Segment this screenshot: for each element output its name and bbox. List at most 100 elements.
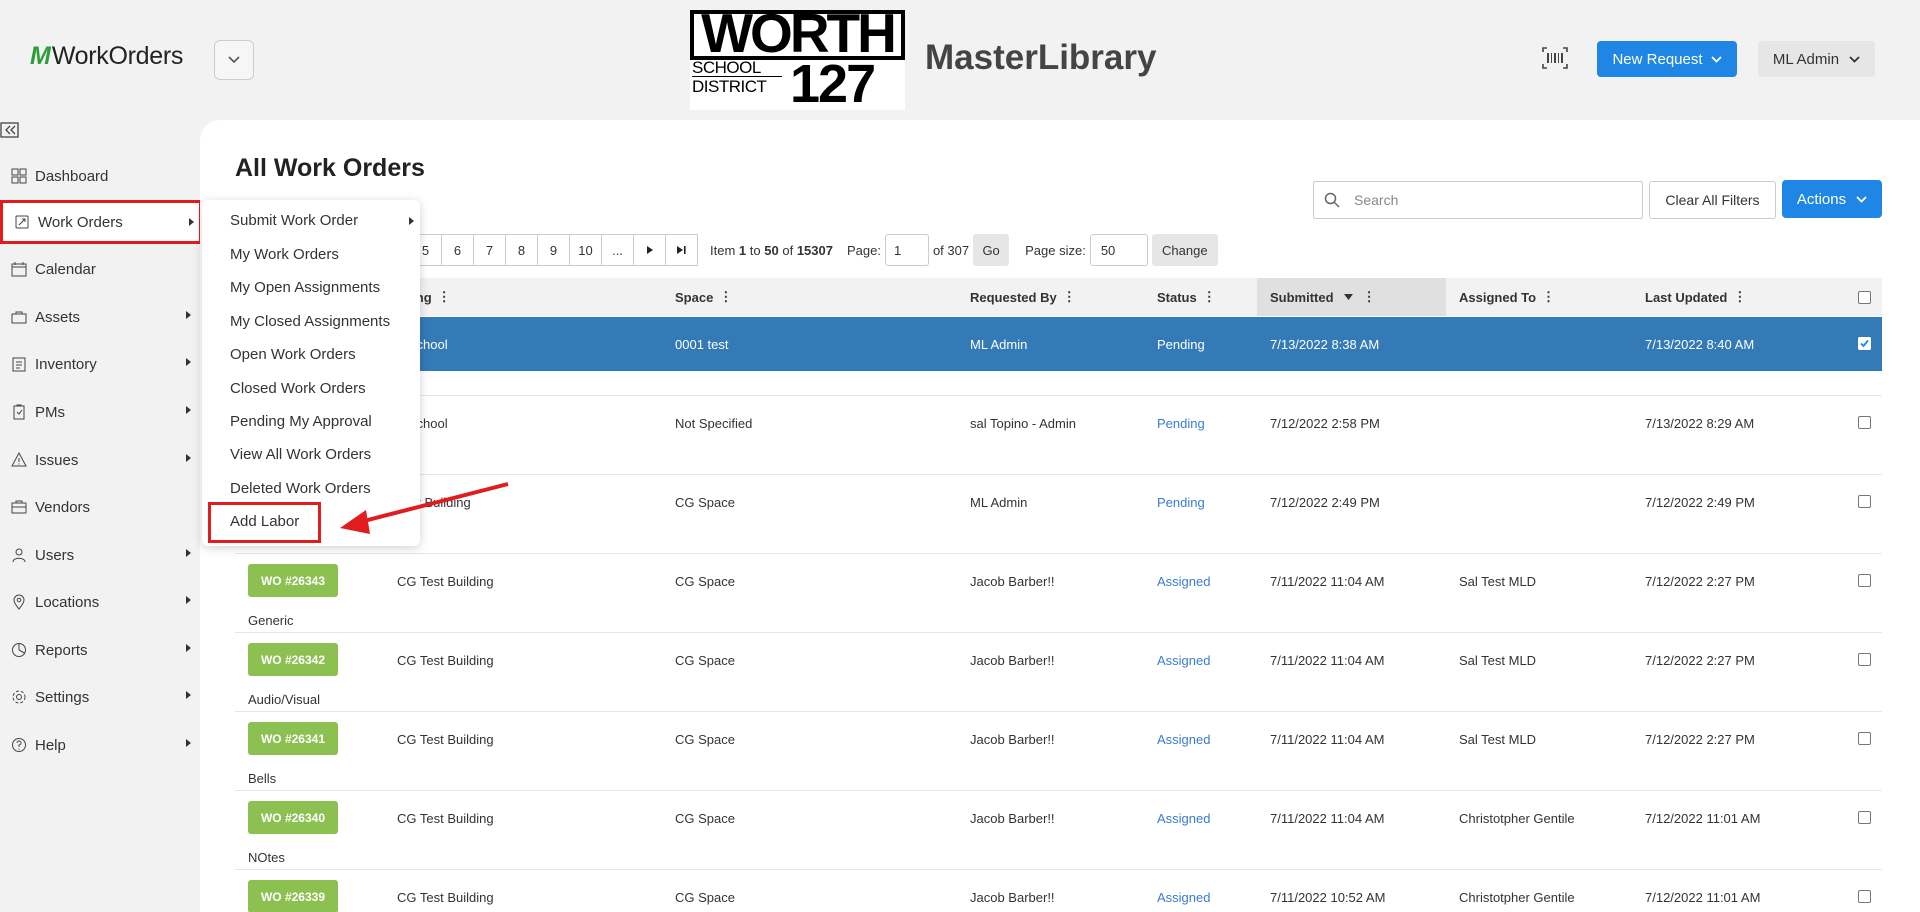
sidebar-item-issues[interactable]: Issues [0, 438, 200, 482]
table-row[interactable]: WO #26341 Bells CG Test Building CG Space Ja… [235, 712, 1882, 791]
submenu-item[interactable]: View All Work Orders [230, 446, 371, 463]
go-button[interactable]: Go [973, 234, 1010, 266]
submenu-item[interactable]: My Open Assignments [230, 279, 380, 296]
column-header-space[interactable]: Space ⋮ [675, 278, 732, 316]
sidebar-item-work-orders[interactable]: Work Orders [0, 200, 202, 244]
row-checkbox[interactable] [1858, 337, 1871, 350]
building-cell: CG Test Building [397, 890, 494, 905]
submenu-item[interactable]: Pending My Approval [230, 413, 372, 430]
column-header-requested-by[interactable]: Requested By ⋮ [970, 278, 1076, 316]
barcode-scan-icon[interactable] [1541, 46, 1569, 70]
column-menu-icon[interactable]: ⋮ [719, 289, 732, 305]
column-header-status[interactable]: Status ⋮ [1157, 278, 1216, 316]
search-field[interactable] [1313, 181, 1643, 219]
table-row[interactable]: WO #26343 Generic CG Test Building CG Space… [235, 554, 1882, 633]
requested-by-cell: ML Admin [970, 337, 1028, 352]
work-order-badge[interactable]: WO #26343 [248, 564, 338, 597]
column-menu-icon[interactable]: ⋮ [1063, 289, 1076, 305]
submenu-arrow-icon [186, 358, 191, 366]
sidebar: Dashboard Work Orders Calendar Assets In… [0, 120, 202, 912]
column-header-last-updated[interactable]: Last Updated ⋮ [1645, 278, 1746, 316]
table-row[interactable]: WO #26339 CG Test Building CG Space Jacob B… [235, 870, 1882, 912]
brand-logo[interactable]: M WorkOrders [30, 42, 183, 71]
page-button[interactable]: 10 [570, 234, 602, 266]
column-menu-icon[interactable]: ⋮ [1203, 289, 1216, 305]
search-input[interactable] [1354, 190, 1634, 210]
clear-all-filters-button[interactable]: Clear All Filters [1649, 181, 1776, 219]
last-updated-cell: 7/12/2022 2:49 PM [1645, 495, 1755, 510]
page-label: Page: [846, 242, 881, 258]
select-all-checkbox[interactable] [1858, 291, 1871, 304]
column-menu-icon[interactable]: ⋮ [1542, 289, 1555, 305]
column-menu-icon[interactable]: ⋮ [438, 289, 451, 305]
app-title: MasterLibrary [925, 38, 1157, 77]
pms-icon [10, 403, 28, 421]
next-page-button[interactable] [634, 234, 666, 266]
column-menu-icon[interactable]: ⋮ [1733, 289, 1746, 305]
app-switcher-button[interactable] [214, 40, 254, 80]
status-cell[interactable]: Pending [1157, 495, 1205, 510]
sidebar-item-dashboard[interactable]: Dashboard [0, 154, 200, 198]
page-ellipsis-button[interactable]: ... [602, 234, 634, 266]
collapse-sidebar-icon[interactable] [0, 120, 20, 140]
sidebar-item-reports[interactable]: Reports [0, 628, 200, 672]
item-range-text: Item 1 to 50 of 15307 [710, 243, 833, 258]
sidebar-item-label: Inventory [35, 355, 97, 373]
submenu-item[interactable]: Open Work Orders [230, 346, 356, 363]
sidebar-item-calendar[interactable]: Calendar [0, 247, 200, 291]
row-checkbox[interactable] [1858, 495, 1871, 508]
status-cell[interactable]: Pending [1157, 416, 1205, 431]
row-checkbox[interactable] [1858, 653, 1871, 666]
status-cell[interactable]: Assigned [1157, 732, 1210, 747]
page-button[interactable]: 8 [506, 234, 538, 266]
status-cell[interactable]: Assigned [1157, 653, 1210, 668]
table-row[interactable]: WO #26342 Audio/Visual CG Test Building CG … [235, 633, 1882, 712]
status-cell[interactable]: Assigned [1157, 811, 1210, 826]
column-header-submitted[interactable]: Submitted ⋮ [1257, 278, 1446, 316]
requested-by-cell: Jacob Barber!! [970, 653, 1055, 668]
page-number-input[interactable]: 1 [884, 234, 929, 266]
new-request-button[interactable]: New Request [1597, 41, 1737, 77]
table-row[interactable]: h School 0001 test ML Admin Pending 7/13/202… [235, 317, 1882, 396]
sidebar-item-help[interactable]: Help [0, 723, 200, 767]
sidebar-item-settings[interactable]: Settings [0, 675, 200, 719]
chevron-down-icon [1710, 55, 1722, 63]
page-button[interactable]: 7 [474, 234, 506, 266]
change-button[interactable]: Change [1151, 234, 1218, 266]
submenu-item[interactable]: My Work Orders [230, 246, 339, 263]
page-size-input[interactable]: 50 [1089, 234, 1148, 266]
last-page-button[interactable] [666, 234, 698, 266]
sidebar-item-assets[interactable]: Assets [0, 295, 200, 339]
user-menu-button[interactable]: ML Admin [1758, 41, 1875, 77]
submenu-item[interactable]: Submit Work Order [230, 212, 358, 229]
page-button[interactable]: 9 [538, 234, 570, 266]
sidebar-item-label: Vendors [35, 498, 91, 516]
submenu-item[interactable]: Closed Work Orders [230, 380, 366, 397]
row-checkbox[interactable] [1858, 811, 1871, 824]
work-order-badge[interactable]: WO #26339 [248, 880, 338, 912]
column-header-assigned-to[interactable]: Assigned To ⋮ [1459, 278, 1555, 316]
table-row[interactable]: h School Not Specified sal Topino - Admin P… [235, 396, 1882, 475]
row-checkbox[interactable] [1858, 574, 1871, 587]
table-row[interactable]: WO #26340 NOtes CG Test Building CG Space Ja… [235, 791, 1882, 870]
sidebar-item-inventory[interactable]: Inventory [0, 342, 200, 386]
work-order-badge[interactable]: WO #26341 [248, 722, 338, 755]
sidebar-item-users[interactable]: Users [0, 533, 200, 577]
column-menu-icon[interactable]: ⋮ [1363, 289, 1376, 305]
sidebar-item-locations[interactable]: Locations [0, 580, 200, 624]
last-updated-cell: 7/12/2022 2:27 PM [1645, 732, 1755, 747]
category-text: Generic [248, 613, 294, 628]
actions-button[interactable]: Actions [1782, 180, 1882, 218]
submenu-item[interactable]: My Closed Assignments [230, 313, 390, 330]
sidebar-item-vendors[interactable]: Vendors [0, 485, 200, 529]
row-checkbox[interactable] [1858, 732, 1871, 745]
work-order-badge[interactable]: WO #26340 [248, 801, 338, 834]
row-checkbox[interactable] [1858, 890, 1871, 903]
row-checkbox[interactable] [1858, 416, 1871, 429]
sidebar-item-pms[interactable]: PMs [0, 390, 200, 434]
status-cell[interactable]: Assigned [1157, 574, 1210, 589]
page-button[interactable]: 6 [442, 234, 474, 266]
item-to-word: to [749, 242, 761, 258]
work-order-badge[interactable]: WO #26342 [248, 643, 338, 676]
status-cell[interactable]: Assigned [1157, 890, 1210, 905]
